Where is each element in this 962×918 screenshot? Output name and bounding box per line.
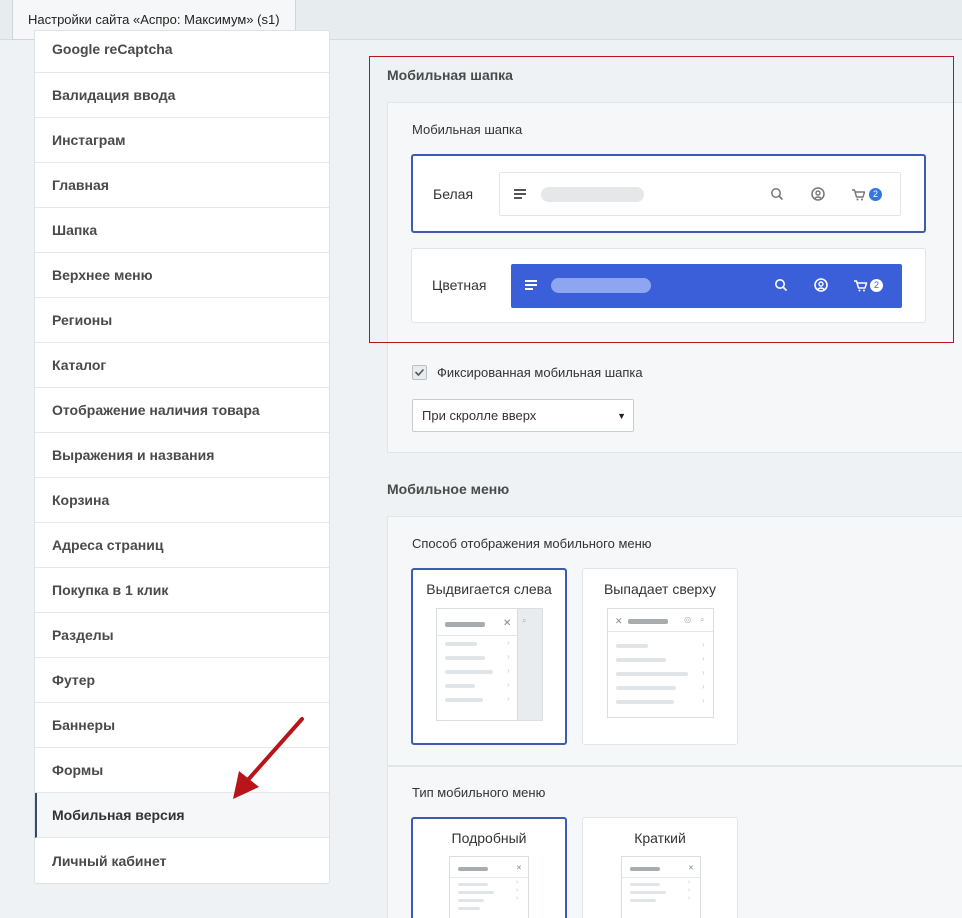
sidebar-item-label: Регионы bbox=[52, 312, 113, 328]
user-icon bbox=[814, 278, 828, 292]
sidebar-item-banners[interactable]: Баннеры bbox=[35, 703, 329, 748]
slide-left-preview: ✕ ⌕ › › › › › bbox=[436, 608, 543, 721]
sidebar-item-validation[interactable]: Валидация ввода bbox=[35, 73, 329, 118]
menu-option-label: Выпадает сверху bbox=[603, 581, 717, 597]
cart-icon bbox=[852, 189, 866, 201]
menu-icon bbox=[514, 189, 526, 199]
header-option-white[interactable]: Белая 2 bbox=[411, 154, 926, 233]
sidebar-item-label: Покупка в 1 клик bbox=[52, 582, 169, 598]
sidebar-item-label: Каталог bbox=[52, 357, 107, 373]
drop-top-preview: ✕ ◎ ⌕ › › › › › bbox=[607, 608, 714, 718]
cart-count-badge: 2 bbox=[869, 188, 882, 201]
menu-option-label: Подробный bbox=[451, 830, 527, 846]
sidebar-item-label: Шапка bbox=[52, 222, 98, 238]
user-icon bbox=[811, 187, 825, 201]
sidebar-item-top-menu[interactable]: Верхнее меню bbox=[35, 253, 329, 298]
cart-icon bbox=[854, 280, 868, 292]
search-placeholder-bar bbox=[551, 278, 651, 293]
menu-icon bbox=[525, 280, 537, 290]
checkmark-icon bbox=[415, 369, 424, 376]
short-menu-preview: ✕ › › › bbox=[621, 856, 701, 918]
mobile-header-section-title: Мобильная шапка bbox=[387, 67, 513, 83]
sidebar-item-personal-account[interactable]: Личный кабинет bbox=[35, 838, 329, 883]
menu-option-label: Краткий bbox=[634, 830, 686, 846]
detailed-menu-preview: ✕ › › › bbox=[449, 856, 529, 918]
sidebar-item-footer[interactable]: Футер bbox=[35, 658, 329, 703]
mobile-menu-section-title: Мобильное меню bbox=[387, 481, 510, 497]
menu-option-label: Выдвигается слева bbox=[426, 581, 552, 597]
sidebar-item-label: Выражения и названия bbox=[52, 447, 215, 463]
fixed-header-mode-select[interactable]: При скролле вверх ▼ bbox=[412, 399, 634, 432]
sidebar-item-label: Мобильная версия bbox=[52, 807, 185, 823]
select-value: При скролле вверх bbox=[422, 408, 537, 423]
white-header-preview: 2 bbox=[499, 172, 901, 216]
settings-tab-label: Настройки сайта «Аспро: Максимум» (s1) bbox=[28, 12, 280, 27]
mobile-header-field-label: Мобильная шапка bbox=[412, 122, 523, 137]
search-icon bbox=[775, 279, 787, 291]
menu-type-option-detailed[interactable]: Подробный ✕ › › › bbox=[411, 817, 567, 918]
sidebar-item-label: Инстаграм bbox=[52, 132, 126, 148]
sidebar-item-label: Главная bbox=[52, 177, 109, 193]
sidebar-item-recaptcha[interactable]: Google reCaptcha bbox=[35, 31, 329, 73]
sidebar-item-forms[interactable]: Формы bbox=[35, 748, 329, 793]
sidebar-item-one-click[interactable]: Покупка в 1 клик bbox=[35, 568, 329, 613]
settings-sidebar: Google reCaptcha Валидация ввода Инстагр… bbox=[34, 30, 330, 884]
cart-count-badge: 2 bbox=[870, 279, 883, 292]
sidebar-item-cart[interactable]: Корзина bbox=[35, 478, 329, 523]
search-placeholder-bar bbox=[541, 187, 644, 202]
sidebar-item-label: Отображение наличия товара bbox=[52, 402, 260, 418]
sidebar-item-label: Футер bbox=[52, 672, 96, 688]
sidebar-item-label: Формы bbox=[52, 762, 104, 778]
sidebar-item-sections[interactable]: Разделы bbox=[35, 613, 329, 658]
colored-header-preview: 2 bbox=[511, 264, 902, 308]
dropdown-caret-icon: ▼ bbox=[617, 411, 626, 421]
menu-type-label: Тип мобильного меню bbox=[412, 785, 546, 800]
sidebar-item-label: Баннеры bbox=[52, 717, 116, 733]
sidebar-item-catalog[interactable]: Каталог bbox=[35, 343, 329, 388]
sidebar-item-label: Верхнее меню bbox=[52, 267, 153, 283]
header-option-label: Белая bbox=[433, 186, 474, 202]
sidebar-item-phrases[interactable]: Выражения и названия bbox=[35, 433, 329, 478]
menu-type-option-short[interactable]: Краткий ✕ › › › bbox=[582, 817, 738, 918]
sidebar-item-instagram[interactable]: Инстаграм bbox=[35, 118, 329, 163]
fixed-header-checkbox[interactable] bbox=[412, 365, 427, 380]
sidebar-item-mobile-version[interactable]: Мобильная версия bbox=[35, 793, 329, 838]
sidebar-item-header[interactable]: Шапка bbox=[35, 208, 329, 253]
sidebar-item-label: Валидация ввода bbox=[52, 87, 176, 103]
fixed-header-label: Фиксированная мобильная шапка bbox=[437, 365, 643, 380]
sidebar-item-label: Корзина bbox=[52, 492, 110, 508]
menu-display-label: Способ отображения мобильного меню bbox=[412, 536, 652, 551]
sidebar-item-main[interactable]: Главная bbox=[35, 163, 329, 208]
header-option-colored[interactable]: Цветная 2 bbox=[411, 248, 926, 323]
menu-display-option-top[interactable]: Выпадает сверху ✕ ◎ ⌕ › › › › › bbox=[582, 568, 738, 745]
menu-display-option-left[interactable]: Выдвигается слева ✕ ⌕ › › › › › bbox=[411, 568, 567, 745]
sidebar-item-label: Google reCaptcha bbox=[52, 41, 173, 57]
sidebar-item-stock-display[interactable]: Отображение наличия товара bbox=[35, 388, 329, 433]
header-option-label: Цветная bbox=[432, 277, 487, 293]
sidebar-item-label: Разделы bbox=[52, 627, 114, 643]
search-icon bbox=[771, 188, 783, 200]
sidebar-item-page-urls[interactable]: Адреса страниц bbox=[35, 523, 329, 568]
sidebar-item-regions[interactable]: Регионы bbox=[35, 298, 329, 343]
sidebar-item-label: Адреса страниц bbox=[52, 537, 164, 553]
sidebar-item-label: Личный кабинет bbox=[52, 852, 167, 869]
